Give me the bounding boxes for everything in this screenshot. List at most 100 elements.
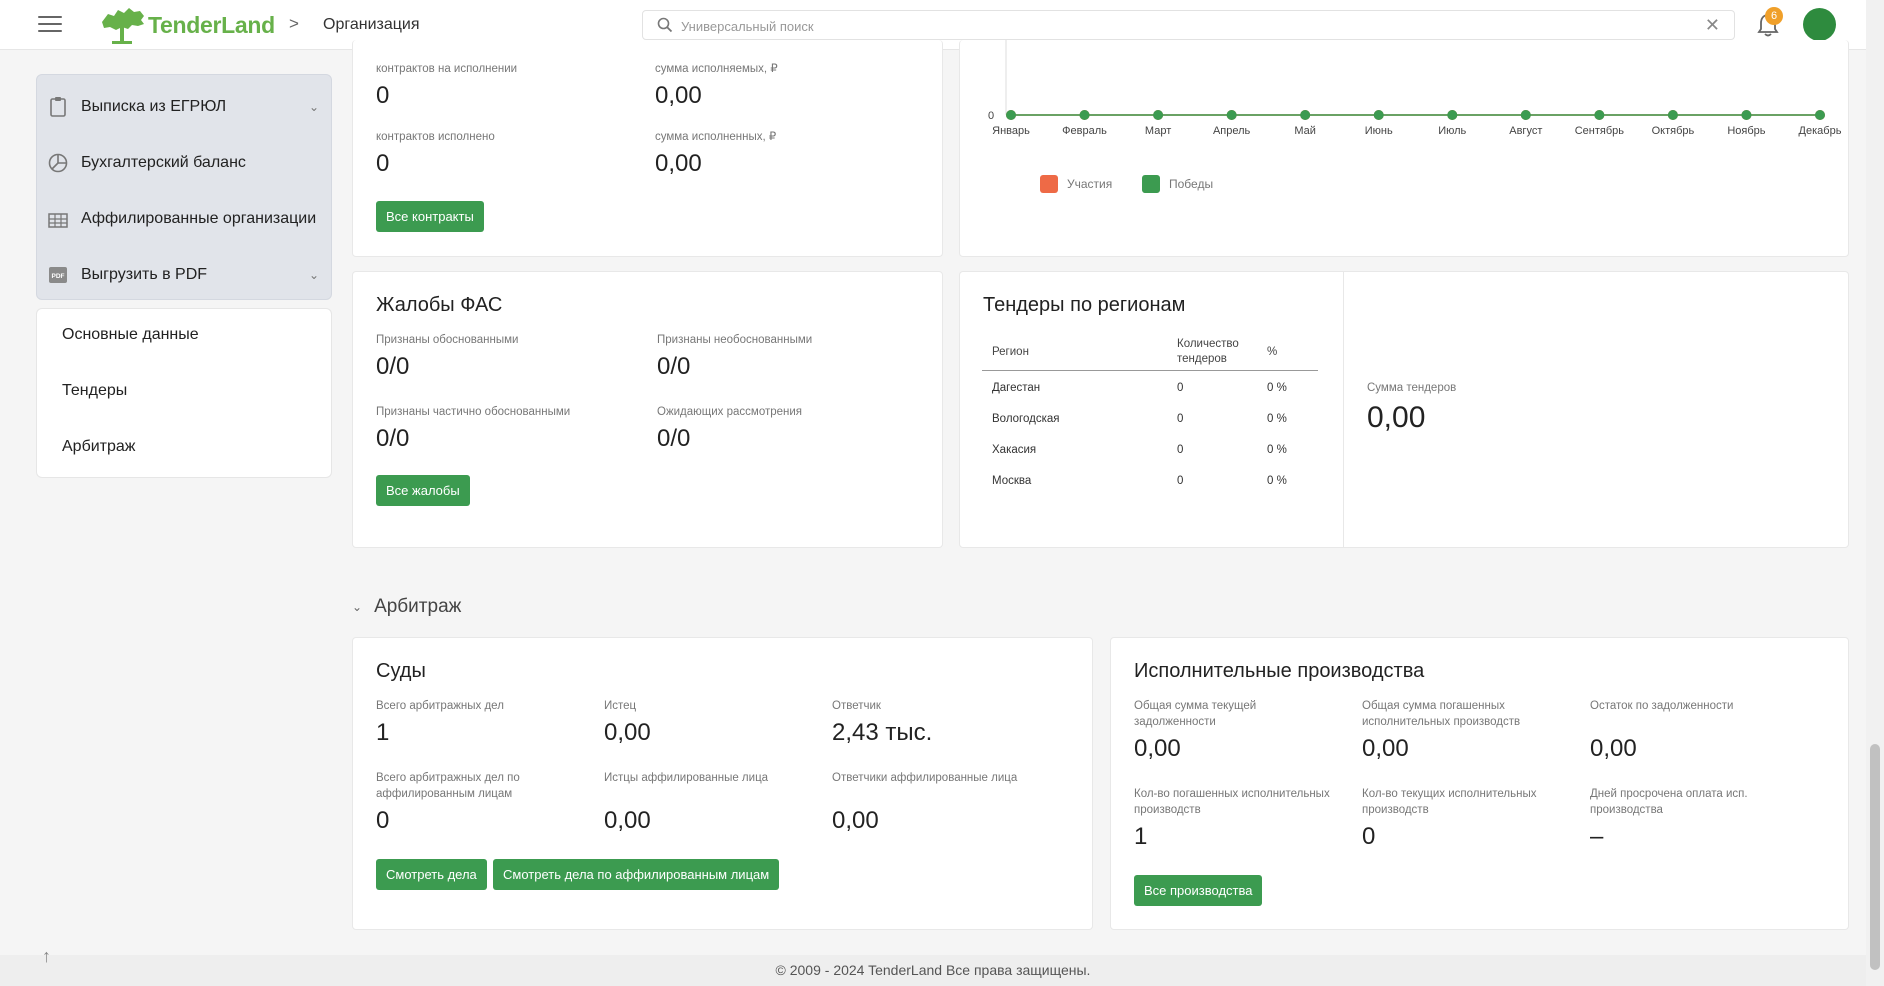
stat-value: 0/0 — [376, 353, 410, 380]
data-point[interactable] — [1153, 110, 1164, 120]
stat-label: Всего арбитражных дел — [376, 700, 504, 712]
stat-label: производств — [1362, 804, 1429, 816]
stat-value: 2,43 тыс. — [832, 719, 933, 746]
russia-map-logo-icon — [102, 8, 144, 44]
sidebar-item-label: Выгрузить в PDF — [81, 266, 208, 283]
data-point[interactable] — [1300, 110, 1311, 120]
x-tick-label: Октябрь — [1652, 125, 1695, 137]
legend-label: Участия — [1067, 177, 1113, 191]
tenderland-logo[interactable]: TenderLand — [98, 4, 275, 46]
stat-label: Сумма тендеров — [1367, 382, 1457, 394]
x-tick-label: Ноябрь — [1727, 125, 1765, 137]
stat-value: 0,00 — [1367, 401, 1426, 434]
data-point[interactable] — [1006, 110, 1016, 120]
card-title: Тендеры по регионам — [983, 294, 1186, 316]
stat-value: 1 — [1134, 823, 1148, 850]
sidebar-item-pdf[interactable]: PDF Выгрузить в PDF ⌄ — [37, 247, 333, 303]
data-point[interactable] — [1594, 110, 1605, 120]
region-name: Москва — [992, 475, 1032, 487]
all-contracts-button[interactable]: Все контракты — [376, 201, 484, 232]
stat-label: Всего арбитражных дел по — [376, 772, 520, 784]
region-pct: 0 % — [1267, 413, 1287, 425]
pie-chart-icon — [48, 153, 68, 173]
tenders-chart-card: 0 Январь Февраль Март Апрель Май Июнь Июль Авгус… — [959, 40, 1849, 257]
view-affiliated-cases-button[interactable]: Смотреть дела по аффилированным лицам — [493, 859, 780, 890]
breadcrumb[interactable]: Организация — [323, 16, 420, 34]
nav-item-arbitrage[interactable]: Арбитраж — [62, 438, 136, 456]
stat-label: Общая сумма текущей — [1134, 700, 1257, 712]
data-point[interactable] — [1226, 110, 1237, 120]
x-tick-label: Март — [1145, 125, 1171, 137]
card-divider — [1343, 272, 1344, 547]
region-name: Вологодская — [992, 413, 1060, 425]
x-tick-label: Август — [1509, 125, 1542, 137]
stat-label: Кол-во погашенных исполнительных — [1134, 788, 1330, 800]
stat-value: 0 — [1362, 823, 1376, 850]
stat-value: 0,00 — [1134, 735, 1181, 762]
sidebar-item-balance[interactable]: Бухгалтерский баланс — [37, 135, 333, 191]
legend-swatch — [1142, 175, 1160, 193]
stat-value: 0/0 — [657, 425, 691, 452]
breadcrumb-chevron-icon: > — [289, 14, 299, 33]
stat-label: сумма исполняемых, ₽ — [655, 63, 778, 75]
scrollbar[interactable] — [1866, 0, 1884, 986]
table-divider — [982, 370, 1318, 371]
legend-swatch — [1040, 175, 1058, 193]
contracts-card: контрактов на исполнении 0 сумма исполня… — [352, 40, 943, 257]
data-point[interactable] — [1741, 110, 1752, 120]
stat-value: 0/0 — [376, 425, 410, 452]
chevron-down-icon[interactable]: ⌄ — [309, 100, 319, 114]
stat-value: 0 — [376, 82, 390, 109]
stat-label: задолженности — [1134, 716, 1216, 728]
data-point[interactable] — [1667, 110, 1678, 120]
x-tick-label: Январь — [992, 125, 1030, 137]
sidebar-item-egrul[interactable]: Выписка из ЕГРЮЛ ⌄ — [37, 79, 333, 135]
data-point[interactable] — [1815, 110, 1825, 120]
courts-card: Суды Всего арбитражных дел 1 Истец 0,00 … — [352, 637, 1093, 930]
arrow-up-icon[interactable]: ↑ — [42, 946, 51, 967]
x-tick-label: Апрель — [1213, 125, 1251, 137]
stat-label: контрактов исполнено — [376, 131, 495, 143]
stat-label: Ответчик — [832, 700, 881, 712]
col-header-count: тендеров — [1177, 353, 1227, 365]
notification-badge: 6 — [1765, 7, 1783, 25]
stat-value: 0 — [376, 150, 390, 177]
stat-label: Остаток по задолженности — [1590, 700, 1734, 712]
arbitrage-section-toggle[interactable]: ⌄ Арбитраж — [352, 596, 461, 618]
stat-value: 0/0 — [657, 353, 691, 380]
stat-label: контрактов на исполнении — [376, 63, 518, 75]
legend-label: Победы — [1169, 177, 1214, 191]
stat-value: 0,00 — [655, 82, 702, 109]
view-cases-button[interactable]: Смотреть дела — [376, 859, 487, 890]
clear-search-icon[interactable]: ✕ — [1705, 16, 1720, 34]
footer: © 2009 - 2024 TenderLand Все права защищ… — [0, 955, 1866, 986]
chevron-down-icon[interactable]: ⌄ — [309, 268, 319, 282]
nav-item-main-data[interactable]: Основные данные — [62, 326, 199, 344]
col-header-pct: % — [1267, 346, 1278, 358]
data-point[interactable] — [1447, 110, 1458, 120]
stat-label: сумма исполненных, ₽ — [655, 131, 777, 143]
x-tick-label: Декабрь — [1799, 125, 1842, 137]
card-title: Жалобы ФАС — [376, 294, 503, 316]
all-enforcements-button[interactable]: Все производства — [1134, 875, 1263, 906]
avatar[interactable] — [1803, 8, 1836, 41]
menu-icon[interactable] — [38, 16, 62, 34]
region-pct: 0 % — [1267, 444, 1287, 456]
sidebar-item-label: Аффилированные организации — [81, 210, 317, 227]
all-complaints-button[interactable]: Все жалобы — [376, 475, 470, 506]
x-tick-label: Июнь — [1365, 125, 1393, 137]
nav-item-tenders[interactable]: Тендеры — [62, 382, 127, 400]
sidebar-item-affiliated[interactable]: Аффилированные организации — [37, 191, 333, 247]
data-point[interactable] — [1373, 110, 1384, 120]
data-point[interactable] — [1079, 110, 1090, 120]
stat-label: Признаны обоснованными — [376, 334, 519, 346]
data-point[interactable] — [1520, 110, 1531, 120]
region-pct: 0 % — [1267, 475, 1287, 487]
section-title: Арбитраж — [374, 596, 462, 617]
sidebar-nav: Основные данные Тендеры Арбитраж — [36, 308, 332, 478]
search-input[interactable] — [681, 15, 1681, 37]
scrollbar-thumb[interactable] — [1870, 744, 1880, 970]
fas-complaints-card: Жалобы ФАС Признаны обоснованными 0/0 Пр… — [352, 271, 943, 548]
x-tick-label: Июль — [1438, 125, 1466, 137]
enforcement-card: Исполнительные производства Общая сумма … — [1110, 637, 1849, 930]
